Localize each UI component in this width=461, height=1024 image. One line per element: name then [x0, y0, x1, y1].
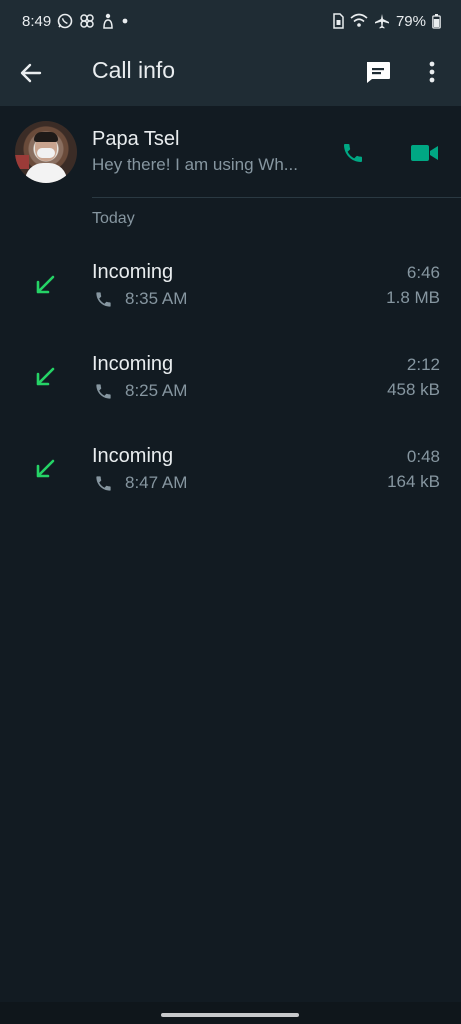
call-duration: 6:46 — [406, 263, 440, 282]
contact-status: Hey there! I am using Wh... — [92, 155, 298, 174]
section-label-today: Today — [92, 210, 135, 227]
call-data-size: 164 kB — [387, 472, 440, 491]
contact-header[interactable]: Papa Tsel Hey there! I am using Wh... — [0, 106, 461, 198]
whatsapp-icon — [57, 13, 73, 29]
battery-percent: 79% — [395, 12, 426, 30]
figure-icon — [101, 13, 115, 29]
app-bar: Call info — [0, 42, 461, 106]
arrow-left-icon — [20, 63, 42, 83]
call-time: 8:47 AM — [125, 473, 188, 492]
call-row[interactable]: Incoming 8:25 AM 2:12 458 kB — [0, 337, 461, 429]
call-time: 8:35 AM — [125, 289, 188, 308]
message-icon — [367, 62, 390, 83]
call-duration: 2:12 — [406, 355, 440, 374]
battery-icon — [432, 13, 441, 29]
back-button[interactable] — [16, 58, 46, 88]
phone-small-icon — [96, 383, 111, 399]
call-row[interactable]: Incoming 8:35 AM 6:46 1.8 MB — [0, 245, 461, 337]
phone-icon — [344, 144, 362, 162]
incoming-arrow-icon — [36, 459, 55, 478]
status-bar: 8:49 79% — [0, 0, 461, 42]
call-duration: 0:48 — [406, 447, 440, 466]
call-type: Incoming — [92, 353, 174, 375]
incoming-arrow-icon — [36, 275, 55, 294]
call-data-size: 1.8 MB — [386, 288, 440, 307]
call-row[interactable]: Incoming 8:47 AM 0:48 164 kB — [0, 429, 461, 521]
call-type: Incoming — [92, 261, 174, 283]
home-gesture-handle[interactable] — [161, 1013, 299, 1017]
sim-icon — [332, 13, 344, 29]
phone-small-icon — [96, 475, 111, 491]
wifi-icon — [350, 13, 368, 29]
status-bar-left: 8:49 — [22, 13, 129, 30]
avatar[interactable] — [15, 121, 77, 183]
call-data-size: 458 kB — [387, 380, 440, 399]
video-icon — [411, 145, 438, 161]
more-vertical-icon — [429, 61, 435, 83]
status-time: 8:49 — [22, 12, 52, 30]
navigation-bar — [0, 1002, 461, 1024]
incoming-arrow-icon — [36, 367, 55, 386]
page-title: Call info — [92, 57, 176, 83]
dot-icon — [121, 13, 129, 29]
airplane-icon — [374, 13, 390, 29]
call-time: 8:25 AM — [125, 381, 188, 400]
pinwheel-icon — [79, 13, 95, 29]
voice-call-button[interactable] — [338, 138, 368, 168]
message-button[interactable] — [362, 56, 394, 88]
phone-small-icon — [96, 291, 111, 307]
more-options-button[interactable] — [420, 56, 444, 88]
contact-name: Papa Tsel — [92, 128, 180, 150]
call-type: Incoming — [92, 445, 174, 467]
divider — [92, 197, 461, 198]
video-call-button[interactable] — [408, 138, 442, 168]
status-bar-right: 79% — [332, 13, 441, 30]
